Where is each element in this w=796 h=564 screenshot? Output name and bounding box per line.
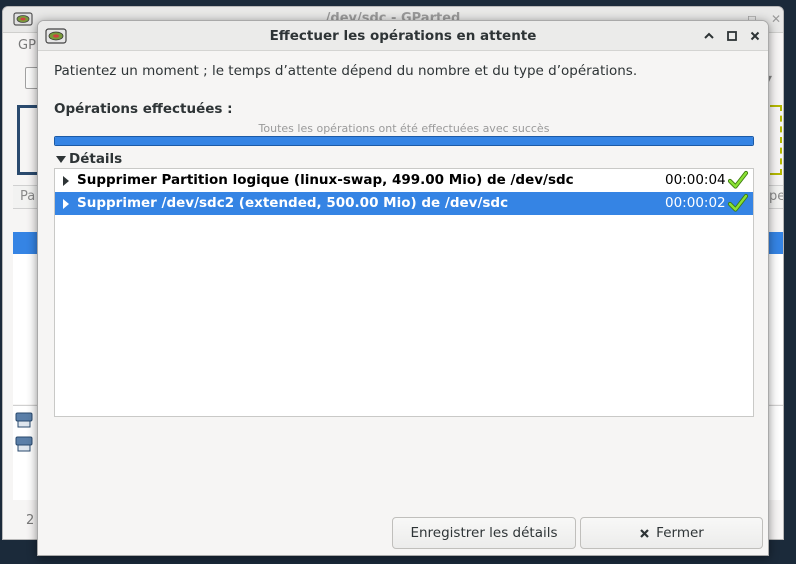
pending-operation-icon: [15, 412, 33, 428]
progress-bar-fill: [55, 137, 753, 145]
close-button-label: Fermer: [656, 525, 704, 541]
apply-operations-dialog: Effectuer les opérations en attente Pati…: [37, 20, 769, 556]
expander-arrow-right-icon[interactable]: [63, 199, 69, 209]
dialog-title: Effectuer les opérations en attente: [269, 28, 537, 44]
operations-tree: Supprimer Partition logique (linux-swap,…: [54, 168, 754, 417]
dialog-intro-text: Patientez un moment ; le temps d’attente…: [54, 63, 638, 79]
chevron-up-icon[interactable]: [700, 27, 718, 45]
progress-bar: [54, 136, 754, 146]
completed-operations-label: Opérations effectuées :: [54, 101, 233, 117]
main-window-close-icon[interactable]: ✕: [771, 12, 781, 26]
partition-graph-unallocated[interactable]: [770, 105, 782, 175]
status-bar-text: 2: [26, 513, 35, 528]
operation-label: Supprimer /dev/sdc2 (extended, 500.00 Mi…: [77, 195, 509, 211]
operation-duration: 00:00:02: [665, 195, 726, 211]
main-menu-label[interactable]: GP: [18, 38, 36, 53]
save-details-button-label: Enregistrer les détails: [410, 525, 558, 541]
close-icon[interactable]: [746, 27, 764, 45]
success-check-icon: [727, 170, 749, 189]
close-button[interactable]: Fermer: [580, 517, 763, 549]
maximize-icon[interactable]: [723, 27, 741, 45]
success-check-icon: [727, 193, 749, 212]
dialog-titlebar[interactable]: Effectuer les opérations en attente: [38, 21, 768, 51]
operation-row[interactable]: Supprimer Partition logique (linux-swap,…: [55, 169, 753, 192]
operation-row-selected[interactable]: Supprimer /dev/sdc2 (extended, 500.00 Mi…: [55, 192, 753, 215]
progress-status-text: Toutes les opérations ont été effectuées…: [258, 122, 550, 135]
details-expander[interactable]: Détails: [56, 151, 122, 167]
pending-operation-icon: [15, 436, 33, 452]
partition-column-header[interactable]: Pa: [20, 189, 35, 204]
expander-arrow-right-icon[interactable]: [63, 176, 69, 186]
close-icon: [640, 528, 649, 538]
operation-duration: 00:00:04: [665, 172, 726, 188]
expander-arrow-down-icon: [56, 155, 66, 163]
partition-column-header-right[interactable]: pe: [769, 189, 783, 204]
save-details-button[interactable]: Enregistrer les détails: [392, 517, 576, 549]
operation-label: Supprimer Partition logique (linux-swap,…: [77, 172, 574, 188]
details-label: Détails: [69, 151, 123, 167]
